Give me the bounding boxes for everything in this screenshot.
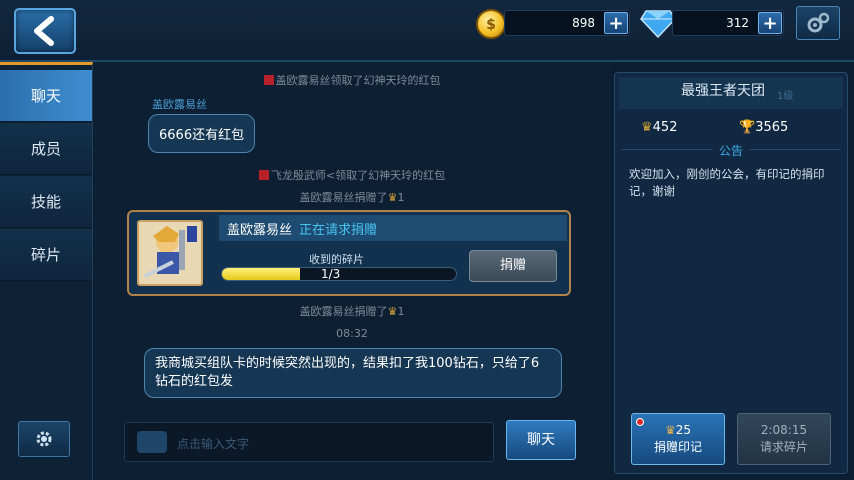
guild-trophies: 🏆3565 bbox=[739, 120, 789, 135]
donate-button[interactable]: 捐赠 bbox=[469, 250, 557, 282]
chat-input-placeholder: 点击输入文字 bbox=[177, 437, 250, 451]
sidebar-item-members[interactable]: 成员 bbox=[0, 123, 92, 175]
chat-bubble: 6666还有红包 bbox=[148, 114, 256, 153]
request-fragments-button[interactable]: 2:08:15 请求碎片 bbox=[737, 413, 831, 465]
chat-area: 盖欧露易丝领取了幻神天玲的红包 盖欧露易丝 6666还有红包 飞龙殷武师<领取了… bbox=[94, 62, 610, 480]
sidebar-item-label: 成员 bbox=[30, 140, 61, 158]
gem-amount: 312 bbox=[726, 16, 749, 30]
back-arrow-icon bbox=[34, 16, 54, 46]
message-sender: 盖欧露易丝 bbox=[152, 98, 207, 111]
sidebar-item-chat[interactable]: 聊天 bbox=[0, 70, 92, 122]
guild-medal-icon: ♛ bbox=[664, 423, 676, 437]
sidebar: 聊天 成员 技能 碎片 bbox=[0, 62, 93, 480]
red-envelope-icon bbox=[263, 75, 274, 85]
guild-medal-icon: ♛ bbox=[387, 305, 398, 318]
guild-name: 最强王者天团 bbox=[681, 83, 765, 99]
gear-icon bbox=[807, 12, 830, 33]
guild-medals: ♛452 bbox=[641, 120, 678, 135]
progress-fill bbox=[222, 268, 300, 280]
guild-medal-icon: ♛ bbox=[641, 120, 653, 135]
svg-text:$: $ bbox=[486, 17, 496, 33]
settings-button[interactable] bbox=[796, 6, 840, 40]
top-bar: $ 898 + 312 + bbox=[0, 0, 854, 62]
system-message: 盖欧露易丝捐赠了♛1 bbox=[299, 191, 405, 204]
guild-info-panel: 最强王者天团 1级 ♛452 🏆3565 公告 欢迎加入，刚创的公会，有印记的捐… bbox=[614, 72, 848, 474]
chat-settings-button[interactable] bbox=[18, 421, 70, 457]
sidebar-item-skills[interactable]: 技能 bbox=[0, 176, 92, 228]
request-status: 正在请求捐赠 bbox=[299, 223, 378, 238]
diamond-icon bbox=[640, 10, 676, 38]
trophy-icon: 🏆 bbox=[739, 120, 756, 135]
system-message: 盖欧露易丝领取了幻神天玲的红包 bbox=[94, 72, 610, 88]
sidebar-item-label: 碎片 bbox=[30, 246, 61, 264]
back-button[interactable] bbox=[14, 8, 76, 54]
notification-dot bbox=[636, 418, 644, 426]
fragments-label: 收到的碎片 bbox=[309, 253, 364, 266]
coin-amount: 898 bbox=[572, 16, 595, 30]
system-message: 盖欧露易丝捐赠了♛1 bbox=[299, 305, 405, 318]
guild-notice: 欢迎加入，刚创的公会，有印记的捐印记，谢谢 bbox=[629, 167, 825, 198]
guild-level: 1级 bbox=[777, 91, 794, 102]
hero-portrait bbox=[137, 220, 203, 286]
system-message: 飞龙殷武师<领取了幻神天玲的红包 bbox=[94, 167, 610, 183]
donate-marks-button[interactable]: ♛25 捐赠印记 bbox=[631, 413, 725, 465]
gear-icon bbox=[36, 431, 52, 447]
coin-counter: 898 + bbox=[504, 10, 630, 36]
sidebar-item-fragments[interactable]: 碎片 bbox=[0, 229, 92, 281]
message-time: 08:32 bbox=[336, 327, 368, 340]
chat-input[interactable]: 点击输入文字 bbox=[124, 422, 494, 462]
chat-bubble-icon bbox=[137, 431, 167, 453]
chat-bubble: 我商城买组队卡的时候突然出现的，结果扣了我100钻石，只给了6钻石的红包发 bbox=[144, 348, 562, 398]
add-coins-button[interactable]: + bbox=[604, 12, 628, 34]
fragment-count: 1/3 bbox=[321, 267, 341, 281]
sidebar-item-label: 聊天 bbox=[30, 87, 61, 105]
notice-title: 公告 bbox=[615, 142, 847, 159]
add-gems-button[interactable]: + bbox=[758, 12, 782, 34]
donation-request-card: 盖欧露易丝 正在请求捐赠 收到的碎片 1/3 捐赠 bbox=[127, 210, 571, 296]
guild-medal-icon: ♛ bbox=[387, 191, 398, 204]
gold-coin-icon: $ bbox=[476, 9, 506, 39]
red-envelope-icon bbox=[258, 170, 269, 180]
sidebar-item-label: 技能 bbox=[30, 193, 61, 211]
gem-counter: 312 + bbox=[672, 10, 784, 36]
requester-name: 盖欧露易丝 bbox=[227, 223, 293, 238]
send-button[interactable]: 聊天 bbox=[506, 420, 576, 460]
cooldown-timer: 2:08:15 bbox=[760, 423, 808, 437]
